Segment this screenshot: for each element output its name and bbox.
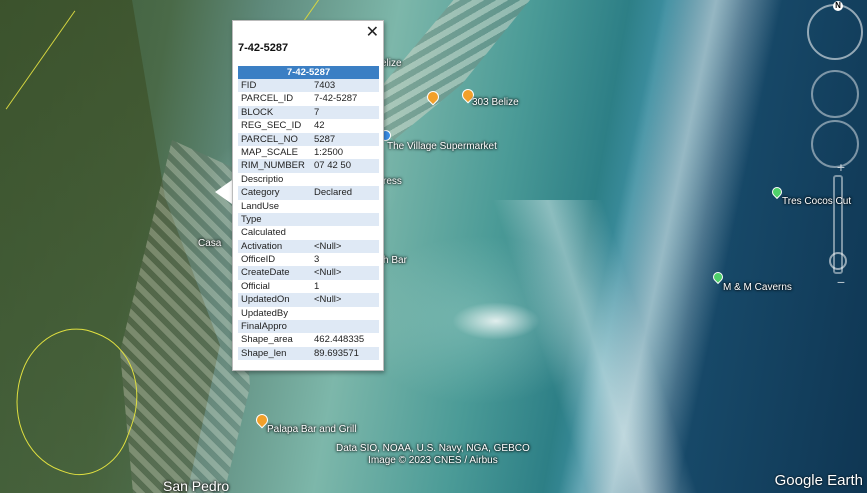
zoom-slider-handle[interactable] [829,252,847,270]
field-value: 462.448335 [314,334,365,346]
map-label-303-belize[interactable]: 303 Belize [472,97,519,108]
table-row: FID 7403 [238,79,379,93]
table-row: OfficeID 3 [238,253,379,266]
table-row: REG_SEC_ID 42 [238,119,379,132]
map-label-press: ress [383,176,402,187]
field-name: BLOCK [241,106,274,118]
table-row: FinalAppro [238,320,379,334]
close-icon[interactable]: ✕ [366,22,379,42]
map-label-supermarket[interactable]: The Village Supermarket [387,141,497,152]
field-name: UpdatedOn [241,294,290,306]
table-row: LandUse [238,200,379,213]
field-value: 3 [314,254,320,266]
table-header: 7-42-5287 [238,66,379,79]
satellite-map[interactable]: elize 303 Belize The Village Supermarket… [0,0,867,493]
map-label-palapa[interactable]: Palapa Bar and Grill [267,424,357,435]
field-value [314,320,379,333]
field-value: <Null> [314,240,342,252]
table-row: PARCEL_NO 5287 [238,132,379,146]
field-value [314,213,379,226]
field-value: 1:2500 [314,146,344,158]
table-row: BLOCK 7 [238,105,379,120]
field-name: LandUse [241,200,280,212]
field-name: FID [241,80,257,91]
field-name: MAP_SCALE [241,146,299,158]
field-name: Calculated [241,227,286,239]
field-value: <Null> [314,294,342,306]
field-value [314,173,379,186]
field-value [314,226,379,239]
map-attribution: Data SIO, NOAA, U.S. Navy, NGA, GEBCO Im… [336,443,530,467]
field-name: Descriptio [241,173,284,185]
zoom-in-button[interactable]: + [837,160,845,174]
look-control-icon[interactable] [811,70,859,118]
attribution-line: Data SIO, NOAA, U.S. Navy, NGA, GEBCO [336,443,530,454]
field-value: 7 [314,106,320,118]
table-row: CreateDate <Null> [238,266,379,280]
map-label-bar: h Bar [383,255,407,266]
compass-icon[interactable] [807,4,863,60]
field-name: Shape_area [241,334,293,346]
field-value [314,307,379,320]
table-row: UpdatedBy [238,307,379,320]
field-name: PARCEL_NO [241,133,298,145]
field-name: Category [241,187,280,199]
table-row: Shape_len 89.693571 [238,346,379,361]
table-row: Category Declared [238,186,379,200]
field-name: CreateDate [241,267,290,279]
north-indicator[interactable]: N [833,1,843,11]
table-row: PARCEL_ID 7-42-5287 [238,92,379,105]
field-name: REG_SEC_ID [241,120,302,132]
table-row: Official 1 [238,280,379,293]
attribute-table: 7-42-5287 FID 7403 PARCEL_ID 7-42-5287 BLOCK… [238,66,379,361]
move-control-icon[interactable] [811,120,859,168]
table-row: MAP_SCALE 1:2500 [238,146,379,159]
cloud [452,302,540,340]
field-value: 89.693571 [314,347,359,359]
field-value: 5287 [314,133,336,145]
google-earth-logo: Google Earth [774,472,863,489]
field-name: OfficeID [241,254,276,266]
field-value: 1 [314,280,320,292]
town-area-north [360,0,530,140]
map-label-casa: Casa [198,238,222,249]
table-row: Calculated [238,226,379,239]
balloon-title: 7-42-5287 [238,42,289,54]
table-row: Activation <Null> [238,239,379,254]
field-value [314,200,379,213]
field-name: Activation [241,240,283,252]
zoom-out-button[interactable]: − [837,275,845,289]
field-name: UpdatedBy [241,307,289,319]
field-value: 7-42-5287 [314,93,358,105]
table-row: Shape_area 462.448335 [238,333,379,346]
field-name: FinalAppro [241,321,287,333]
table-row: Type [238,212,379,227]
map-label-mm-caverns[interactable]: M & M Caverns [723,282,792,293]
table-row: Descriptio [238,173,379,186]
field-name: Official [241,280,270,292]
table-row: RIM_NUMBER 07 42 50 [238,159,379,173]
map-label-san-pedro: San Pedro [163,478,230,493]
field-value: Declared [314,187,353,199]
field-value: 42 [314,120,325,132]
field-name: Type [241,213,262,225]
table-row: UpdatedOn <Null> [238,293,379,307]
field-value: <Null> [314,267,342,279]
field-name: RIM_NUMBER [241,160,305,172]
field-value: 07 42 50 [314,160,351,172]
attribution-line: Image © 2023 CNES / Airbus [368,455,498,466]
field-name: Shape_len [241,347,287,359]
field-value: 7403 [314,80,336,91]
map-label-belize: elize [381,58,402,69]
info-balloon: ✕ 7-42-5287 7-42-5287 FID 7403 PARCEL_ID 7-… [232,20,384,371]
balloon-pointer [215,180,232,204]
field-name: PARCEL_ID [241,93,294,105]
